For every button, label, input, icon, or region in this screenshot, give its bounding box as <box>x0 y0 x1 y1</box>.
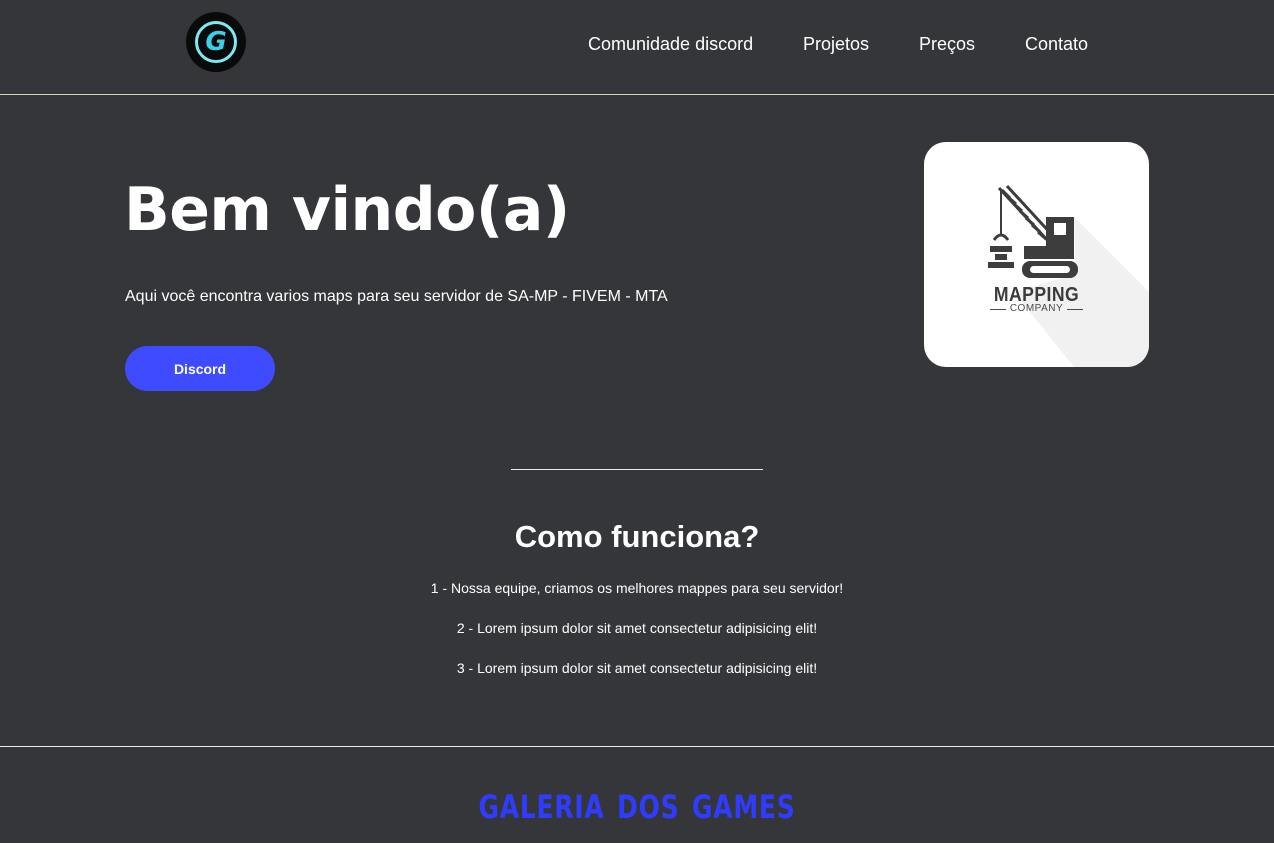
hero-title: Bem vindo(a) <box>124 175 570 245</box>
section-divider <box>511 469 763 470</box>
gallery-divider <box>0 746 1274 747</box>
brand-sub: COMPANY <box>1009 303 1064 314</box>
how-step: 2 - Lorem ipsum dolor sit amet consectet… <box>456 620 818 636</box>
hero-text: Aqui você encontra varios maps para seu … <box>125 288 668 305</box>
logo-letter: G <box>205 27 227 57</box>
nav-contato[interactable]: Contato <box>1025 32 1088 56</box>
how-step: 3 - Lorem ipsum dolor sit amet consectet… <box>456 660 818 676</box>
how-title: Como funciona? <box>514 519 760 554</box>
discord-button[interactable]: Discord <box>125 346 275 391</box>
nav-comunidade-discord[interactable]: Comunidade discord <box>588 32 753 56</box>
how-step: 1 - Nossa equipe, criamos os melhores ma… <box>430 580 844 596</box>
nav-projetos[interactable]: Projetos <box>803 32 869 56</box>
brand-card: MAPPING COMPANY <box>924 142 1149 367</box>
crane-icon <box>988 184 1149 367</box>
nav-precos[interactable]: Preços <box>919 32 975 56</box>
brand-sub-line-right <box>1067 309 1083 310</box>
site-header: G Comunidade discord Projetos Preços Con… <box>0 0 1274 95</box>
gallery-title: GALERIA DOS GAMES <box>478 788 796 826</box>
logo[interactable]: G <box>186 12 246 72</box>
